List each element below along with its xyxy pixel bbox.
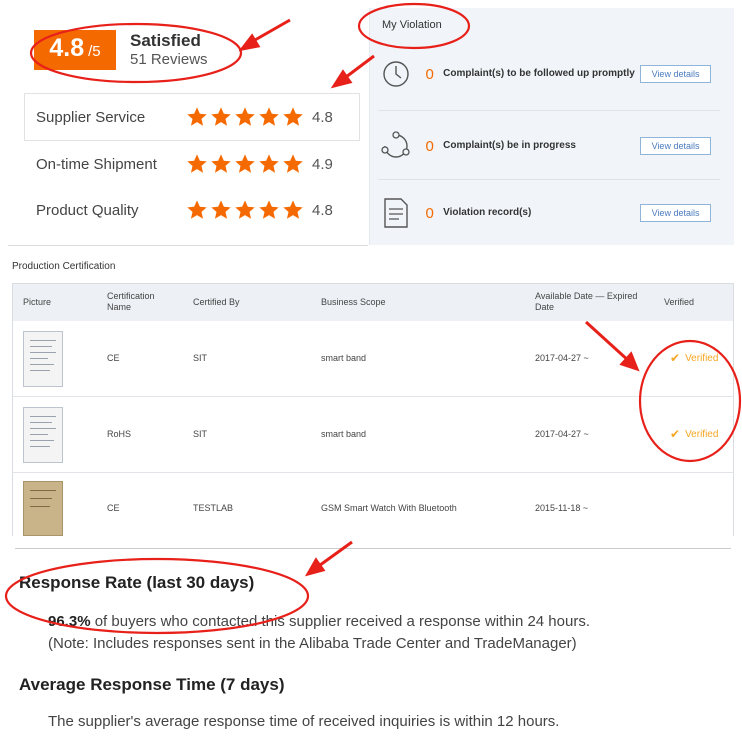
metric-label: Supplier Service [36,108,146,126]
annotation-arrowhead [330,69,353,89]
star-icon [187,154,207,173]
metric-row-supplier-service: Supplier Service 4.8 [36,105,346,129]
violation-item-followup: 0 Complaint(s) to be followed up promptl… [378,54,723,94]
view-details-button[interactable]: View details [640,65,711,83]
star-icon [211,107,231,126]
certification-title: Production Certification [12,261,116,272]
verified-badge: ✔ Verified [670,427,719,441]
view-details-button[interactable]: View details [640,137,711,155]
cert-by: SIT [193,353,208,363]
rating-status: Satisfied [130,30,201,50]
table-row: CE TESTLAB GSM Smart Watch With Bluetoot… [12,473,734,536]
annotation-arrow [247,18,291,46]
cert-scope: smart band [321,353,367,363]
score-out-of: /5 [88,43,101,60]
metric-value: 4.9 [312,155,333,173]
table-row: RoHS SIT smart band 2017-04-27 ~ ✔ Verif… [12,397,734,473]
divider [8,245,368,246]
response-rate-text: 96.3% of buyers who contacted this suppl… [48,613,590,652]
divider [378,179,720,180]
rating-summary: 4.8 /5 Satisfied 51 Reviews [34,30,208,70]
cert-by: TESTLAB [193,503,234,513]
metric-row-on-time-shipment: On-time Shipment 4.9 [36,152,346,176]
star-icon [283,107,303,126]
violation-count: 0 [425,65,434,83]
review-count[interactable]: 51 Reviews [130,51,208,69]
annotation-arrow [315,540,353,570]
column-header: Available Date — Expired Date [535,291,638,312]
annotation-arrowhead [304,557,326,577]
document-icon [378,195,413,231]
response-rate-heading: Response Rate (last 30 days) [19,573,255,592]
star-icon [259,200,279,219]
cert-name: CE [107,353,120,363]
violation-item-record: 0 Violation record(s) View details [378,193,723,233]
cert-name: CE [107,503,120,513]
cycle-icon [378,128,413,164]
column-header: Certified By [193,297,240,307]
star-rating [186,106,312,128]
column-header: Picture [23,297,52,307]
star-rating [186,199,312,221]
star-icon [259,154,279,173]
certificate-thumbnail[interactable] [23,481,63,536]
star-icon [283,200,303,219]
score-badge: 4.8 /5 [34,30,116,70]
metric-label: On-time Shipment [36,155,157,173]
cert-scope: smart band [321,429,367,439]
checkmark-icon: ✔ [670,351,681,365]
response-rate-note: (Note: Includes responses sent in the Al… [48,634,577,652]
star-icon [283,154,303,173]
certification-table-header: Picture Certification Name Certified By … [12,283,734,322]
star-rating [186,153,312,175]
metric-row-product-quality: Product Quality 4.8 [36,198,346,222]
metric-label: Product Quality [36,201,139,219]
star-icon [211,200,231,219]
star-icon [235,200,255,219]
cert-name: RoHS [107,429,132,439]
violation-title: My Violation [382,19,442,31]
annotation-arrowhead [238,33,261,52]
clock-icon [378,56,413,92]
column-header: Certification Name [107,291,155,312]
certificate-thumbnail[interactable] [23,407,63,463]
cert-by: SIT [193,429,208,439]
violation-count: 0 [425,137,434,155]
star-icon [259,107,279,126]
response-time-text: The supplier's average response time of … [48,713,560,730]
metric-value: 4.8 [312,201,333,219]
cert-date: 2017-04-27 ~ [535,429,589,439]
metric-value: 4.8 [312,108,333,126]
violation-item-in-progress: 0 Complaint(s) be in progress View detai… [378,126,723,166]
column-header: Business Scope [321,297,386,307]
response-time-heading: Average Response Time (7 days) [19,675,285,694]
cert-scope: GSM Smart Watch With Bluetooth [321,503,457,513]
star-icon [235,107,255,126]
verified-badge: ✔ Verified [670,351,719,365]
star-icon [187,200,207,219]
score-value: 4.8 [49,34,85,62]
view-details-button[interactable]: View details [640,204,711,222]
response-rate-value: 96.3% [48,613,91,630]
table-row: CE SIT smart band 2017-04-27 ~ ✔ Verifie… [12,321,734,397]
star-icon [187,107,207,126]
violation-text: Violation record(s) [443,207,532,218]
divider [378,110,720,111]
violation-text: Complaint(s) be in progress [443,140,576,151]
certificate-thumbnail[interactable] [23,331,63,387]
star-icon [211,154,231,173]
checkmark-icon: ✔ [670,427,681,441]
cert-date: 2015-11-18 ~ [535,503,589,513]
divider [15,548,731,549]
violation-text: Complaint(s) to be followed up promptly [443,68,635,79]
violation-count: 0 [425,204,434,222]
cert-date: 2017-04-27 ~ [535,353,589,363]
star-icon [235,154,255,173]
column-header: Verified [664,297,695,307]
